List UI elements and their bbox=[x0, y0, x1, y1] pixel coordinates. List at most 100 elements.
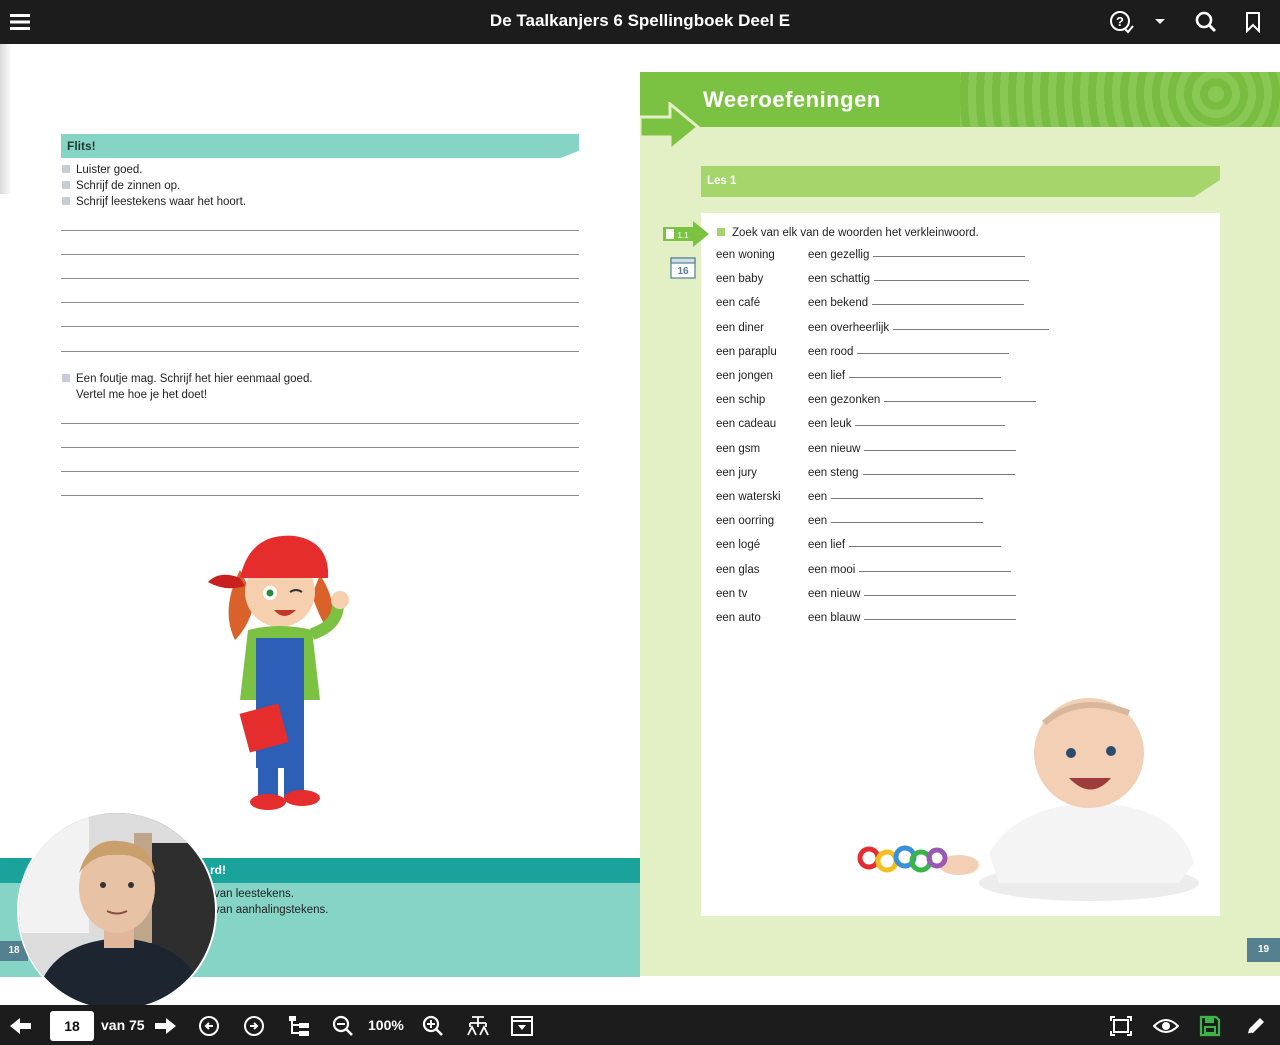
writing-line bbox=[61, 351, 579, 352]
save-icon[interactable] bbox=[1197, 1013, 1223, 1039]
right-page: Weeroefeningen Les 1 Zoek van elk van de… bbox=[640, 72, 1280, 976]
word-item: een logé bbox=[716, 539, 761, 552]
word-item: een tv bbox=[716, 587, 748, 600]
answer-line[interactable] bbox=[864, 619, 1017, 620]
answer-line[interactable] bbox=[874, 280, 1030, 282]
word-answer-item: een nieuw bbox=[808, 587, 1017, 600]
answer-line[interactable] bbox=[893, 328, 1050, 330]
previous-page-icon[interactable] bbox=[8, 1013, 34, 1039]
bullet-square bbox=[717, 228, 725, 236]
word-answer-item: een bbox=[808, 515, 984, 528]
word-answer-item: een bekend bbox=[808, 297, 1025, 310]
answer-line[interactable] bbox=[849, 377, 1002, 378]
word-prompt: een nieuw bbox=[808, 442, 861, 455]
answer-line[interactable] bbox=[884, 401, 1037, 403]
history-forward-icon[interactable] bbox=[241, 1013, 267, 1039]
word-answer-item: een nieuw bbox=[808, 442, 1017, 455]
page-number-input[interactable]: 18 bbox=[50, 1011, 94, 1041]
answer-line[interactable] bbox=[831, 522, 984, 524]
page-shadow bbox=[0, 44, 12, 194]
calendar-number: 16 bbox=[677, 266, 689, 277]
help-icon[interactable]: ? bbox=[1107, 8, 1135, 36]
answer-line[interactable] bbox=[857, 352, 1010, 354]
word-answer-item: een overheerlijk bbox=[808, 321, 1050, 334]
answer-line[interactable] bbox=[873, 256, 1026, 257]
top-toolbar: De Taalkanjers 6 Spellingboek Deel E ? bbox=[0, 0, 1280, 44]
instruction-item-continued: Vertel me hoe je het doet! bbox=[76, 389, 208, 401]
word-prompt: een bbox=[808, 491, 828, 503]
flits-banner: Flits! bbox=[61, 134, 579, 158]
bullet-square bbox=[62, 181, 70, 189]
word-item: een auto bbox=[716, 612, 761, 624]
word-item: een café bbox=[716, 297, 761, 310]
eye-icon[interactable] bbox=[1153, 1013, 1179, 1039]
word-answer-item: een lief bbox=[808, 539, 1002, 552]
word-answer-item: een mooi bbox=[808, 564, 1012, 576]
document-title: De Taalkanjers 6 Spellingboek Deel E bbox=[489, 11, 791, 30]
ebook-viewer: De Taalkanjers 6 Spellingboek Deel E ? F… bbox=[0, 0, 1280, 1045]
word-item: een jongen bbox=[716, 370, 773, 382]
section-title: Weeroefeningen bbox=[703, 87, 881, 112]
word-prompt: een gezonken bbox=[808, 394, 881, 407]
zoom-in-icon[interactable] bbox=[420, 1013, 446, 1039]
word-item: een diner bbox=[716, 321, 764, 334]
baby-photo bbox=[849, 693, 1199, 903]
tip-text: van aanhalingstekens. bbox=[214, 904, 329, 916]
exercise-number: 1.1 bbox=[677, 231, 689, 240]
word-prompt: een nieuw bbox=[808, 587, 861, 600]
word-prompt: een lief bbox=[808, 539, 846, 552]
answer-line[interactable] bbox=[862, 473, 1015, 475]
word-item: een baby bbox=[716, 273, 764, 286]
writing-line bbox=[61, 230, 579, 231]
dropdown-icon[interactable] bbox=[1146, 8, 1174, 36]
word-item: een jury bbox=[716, 466, 757, 479]
word-prompt: een bbox=[808, 515, 828, 528]
writing-line bbox=[61, 423, 579, 424]
header-pattern bbox=[960, 72, 1280, 127]
svg-text:?: ? bbox=[1116, 14, 1124, 29]
search-icon[interactable] bbox=[1192, 8, 1220, 36]
writing-line bbox=[61, 326, 579, 327]
word-answer-item: een schattig bbox=[808, 273, 1030, 286]
bullet-square bbox=[62, 374, 70, 382]
answer-line[interactable] bbox=[859, 570, 1012, 572]
history-back-icon[interactable] bbox=[196, 1013, 222, 1039]
word-answer-item: een blauw bbox=[808, 612, 1017, 624]
instruction-item: Schrijf de zinnen op. bbox=[62, 180, 180, 192]
word-prompt: een bekend bbox=[808, 297, 869, 310]
webcam-overlay[interactable] bbox=[17, 811, 217, 1011]
writing-line bbox=[61, 447, 579, 448]
exercise-number-badge: 1.1 bbox=[663, 221, 709, 247]
writing-line bbox=[61, 471, 579, 472]
instruction-item: Een foutje mag. Schrijf het hier eenmaal… bbox=[62, 373, 313, 385]
word-answer-item: een bbox=[808, 491, 984, 503]
word-prompt: een overheerlijk bbox=[808, 321, 890, 334]
answer-line[interactable] bbox=[831, 498, 984, 499]
word-prompt: een leuk bbox=[808, 418, 852, 431]
zoom-level[interactable]: 100% bbox=[368, 1017, 404, 1033]
word-prompt: een lief bbox=[808, 370, 846, 382]
bookmark-icon[interactable] bbox=[1239, 8, 1267, 36]
page-layout-icon[interactable] bbox=[509, 1013, 535, 1039]
answer-line[interactable] bbox=[872, 304, 1025, 306]
zoom-out-icon[interactable] bbox=[330, 1013, 356, 1039]
table-of-contents-icon[interactable] bbox=[286, 1013, 312, 1039]
page-number-right: 19 bbox=[1247, 938, 1280, 962]
word-item: een gsm bbox=[716, 442, 761, 455]
next-page-icon[interactable] bbox=[152, 1013, 178, 1039]
pencil-icon[interactable] bbox=[1243, 1013, 1269, 1039]
word-prompt: een schattig bbox=[808, 273, 871, 286]
answer-line[interactable] bbox=[855, 425, 1006, 427]
answer-line[interactable] bbox=[849, 546, 1002, 548]
writing-line bbox=[61, 495, 579, 496]
answer-line[interactable] bbox=[864, 594, 1017, 596]
word-item: een cadeau bbox=[716, 418, 777, 431]
presenter-video bbox=[19, 813, 215, 1009]
word-answer-item: een rood bbox=[808, 346, 1010, 358]
answer-line[interactable] bbox=[864, 449, 1017, 451]
word-prompt: een steng bbox=[808, 466, 859, 479]
fullscreen-icon[interactable] bbox=[1108, 1013, 1134, 1039]
writing-line bbox=[61, 302, 579, 303]
calendar-icon: 16 bbox=[670, 257, 696, 279]
fit-page-icon[interactable] bbox=[465, 1013, 491, 1039]
